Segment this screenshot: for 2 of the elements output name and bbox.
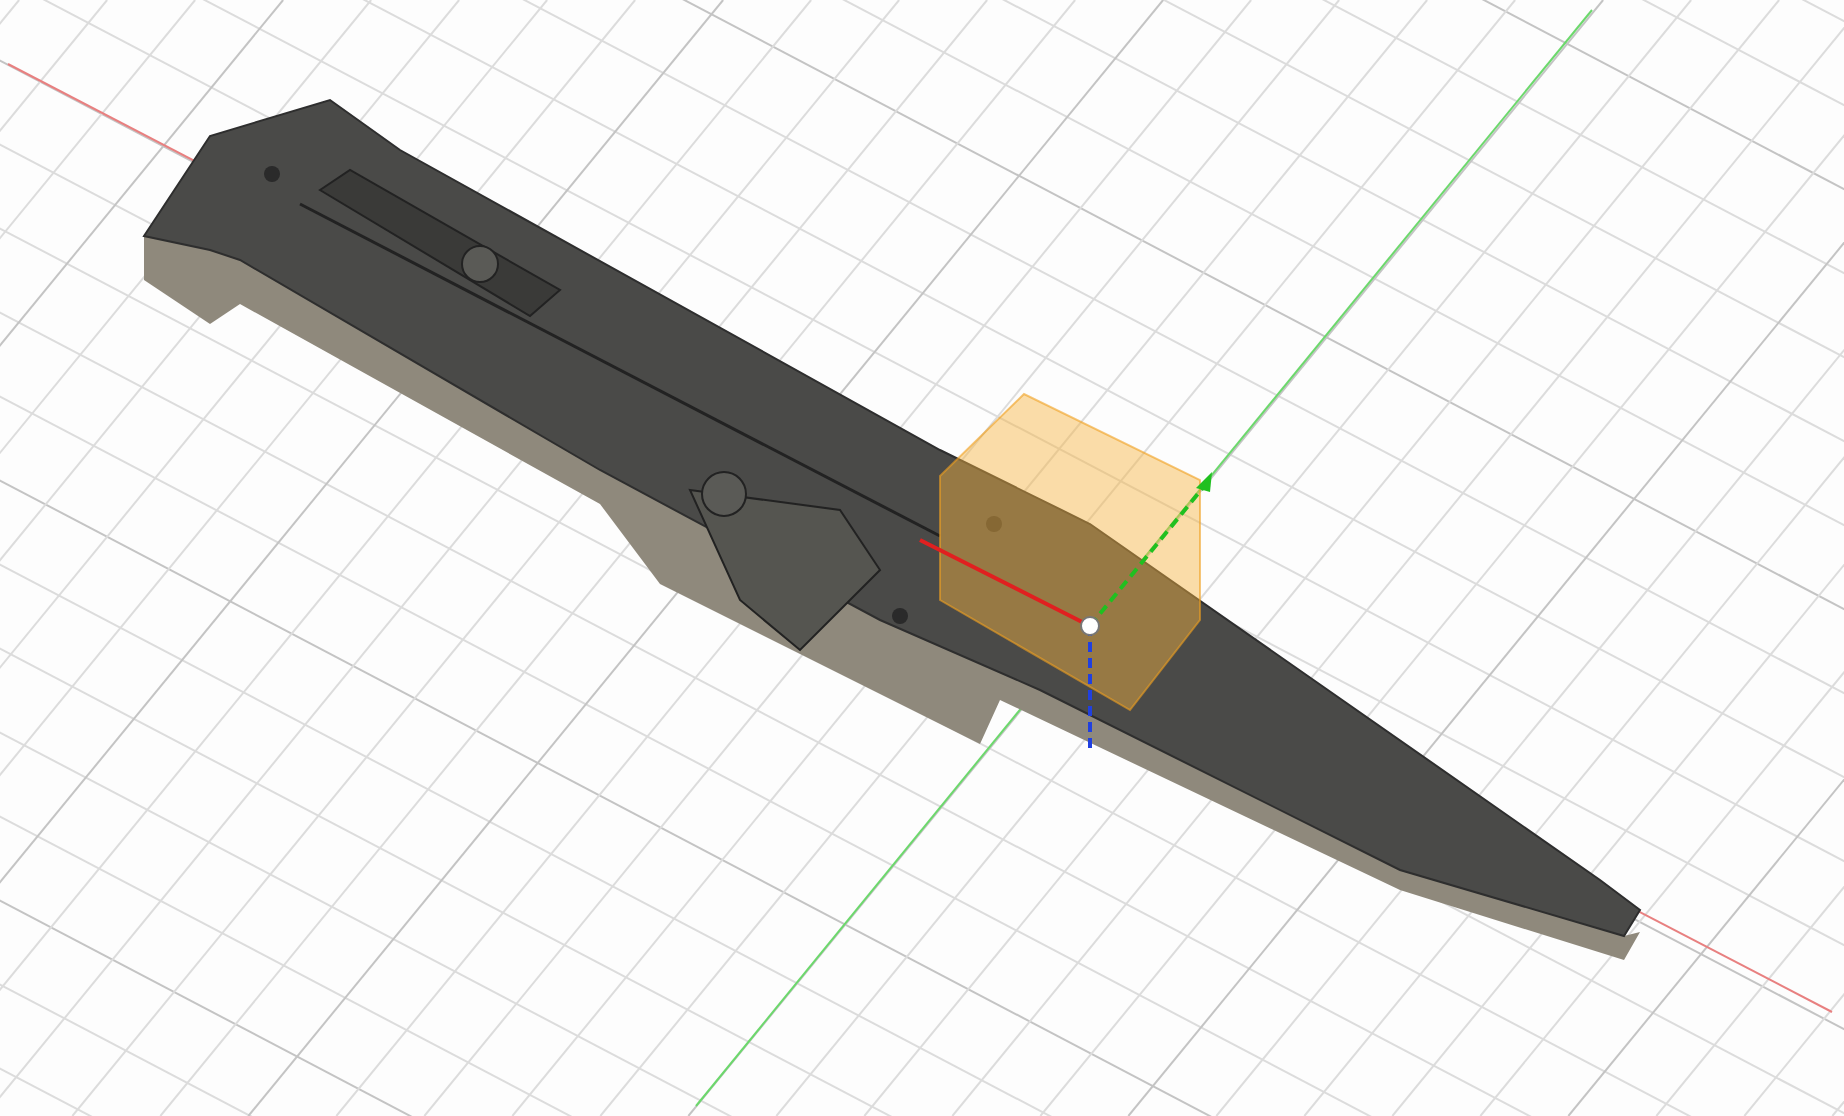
selection-box-drawing[interactable] xyxy=(939,392,1201,712)
move-manipulator-drawing[interactable] xyxy=(919,472,1212,750)
